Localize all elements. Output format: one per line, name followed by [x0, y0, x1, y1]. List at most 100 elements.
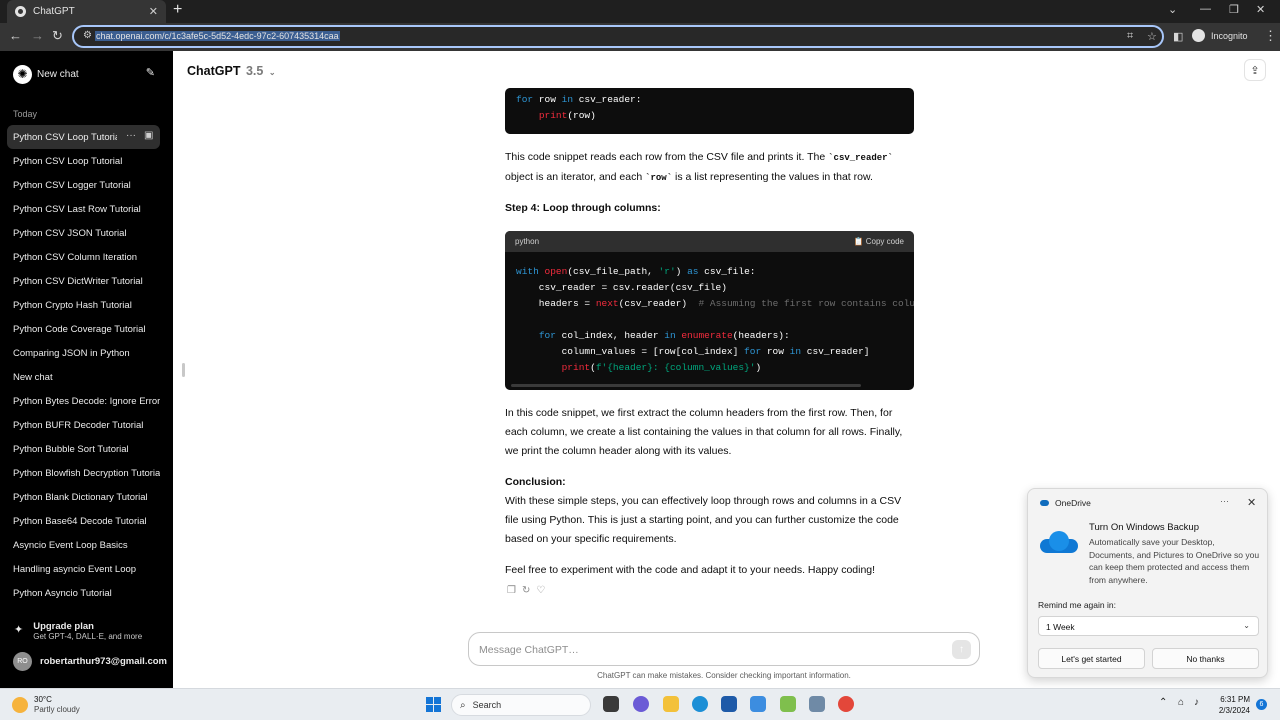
history-item[interactable]: Python CSV JSON Tutorial [7, 221, 160, 245]
history-item[interactable]: Python Code Coverage Tutorial [7, 317, 160, 341]
code-line: for col_index, header in enumerate(heade… [538, 330, 790, 341]
history-item-label: Python CSV Loop Tutorial [13, 131, 117, 143]
history-item-label: Python CSV Loop Tutorial [13, 155, 123, 167]
history-item[interactable]: Python Crypto Hash Tutorial [7, 293, 160, 317]
remind-value: 1 Week [1046, 622, 1075, 632]
onedrive-cloud-icon [1040, 529, 1078, 553]
code-block-python: python 📋 Copy code with open(csv_file_pa… [505, 231, 914, 390]
bookmark-star-icon[interactable]: ☆ [1147, 30, 1157, 43]
history-item[interactable]: Python CSV Last Row Tutorial [7, 197, 160, 221]
tab-close-icon[interactable]: ✕ [149, 5, 158, 18]
app-icon[interactable] [809, 696, 825, 712]
qr-code-icon[interactable]: ⌗ [1127, 30, 1133, 43]
chrome-icon[interactable] [838, 696, 854, 712]
history-item[interactable]: Handling asyncio Event Loop [7, 557, 160, 581]
reload-icon[interactable]: ↻ [52, 28, 63, 44]
compose-icon[interactable]: ✎ [146, 66, 155, 79]
app-icon[interactable] [780, 696, 796, 712]
history-item-label: Comparing JSON in Python [13, 347, 130, 359]
history-item-label: Handling asyncio Event Loop [13, 563, 137, 575]
no-thanks-button[interactable]: No thanks [1152, 648, 1259, 669]
notification-title: Turn On Windows Backup [1089, 522, 1199, 533]
history-item[interactable]: Python CSV DictWriter Tutorial [7, 269, 160, 293]
network-icon[interactable]: ⌂ [1178, 697, 1184, 708]
more-options-icon[interactable]: ··· [126, 130, 136, 141]
store-icon[interactable] [721, 696, 737, 712]
history-item[interactable]: New chat [7, 365, 160, 389]
volume-icon[interactable]: ♪ [1194, 697, 1199, 708]
history-item-label: Python Asyncio Tutorial [13, 587, 112, 599]
message-input[interactable] [479, 641, 939, 658]
history-item[interactable]: Python Bubble Sort Tutorial [7, 437, 160, 461]
archive-icon[interactable]: ▣ [144, 130, 153, 141]
address-bar[interactable]: ⚙ chat.openai.com/c/1c3afe5c-5d52-4edc-9… [72, 25, 1164, 48]
regenerate-icon[interactable]: ↻ [522, 585, 536, 596]
thumbs-down-icon[interactable]: ♡ [536, 585, 551, 596]
account-menu[interactable]: RO robertarthur973@gmail.com [13, 652, 167, 671]
vs-code-icon[interactable] [750, 696, 766, 712]
history-item[interactable]: Python Blank Dictionary Tutorial [7, 485, 160, 509]
system-clock[interactable]: 6:31 PM 2/3/2024 [1210, 694, 1250, 716]
conclusion-paragraph: With these simple steps, you can effecti… [505, 495, 902, 545]
back-arrow-icon[interactable]: ← [9, 28, 22, 43]
sidebar-resize-handle[interactable] [182, 363, 185, 377]
tab-chatgpt[interactable]: ChatGPT ✕ [7, 0, 166, 23]
chevron-down-icon: ⌄ [268, 68, 276, 77]
history-item-label: Python Blank Dictionary Tutorial [13, 491, 148, 503]
task-view-icon[interactable] [603, 696, 619, 712]
tab-search-icon[interactable]: ⌄ [1168, 3, 1177, 16]
more-options-icon[interactable]: ··· [1220, 496, 1229, 506]
file-explorer-icon[interactable] [663, 696, 679, 712]
copy-code-button[interactable]: 📋 Copy code [854, 237, 904, 246]
site-info-icon[interactable]: ⚙ [83, 30, 92, 41]
model-selector[interactable]: ChatGPT 3.5 ⌄ [187, 64, 276, 78]
lets-get-started-button[interactable]: Let's get started [1038, 648, 1145, 669]
send-button[interactable]: ↑ [952, 640, 971, 659]
window-close-icon[interactable]: ✕ [1256, 3, 1265, 16]
history-item-active[interactable]: Python CSV Loop Tutorial ··· ▣ [7, 125, 160, 149]
openai-favicon-icon [15, 6, 26, 17]
partly-cloudy-icon [12, 697, 28, 713]
history-item[interactable]: Comparing JSON in Python [7, 341, 160, 365]
history-item[interactable]: Python Bytes Decode: Ignore Errors [7, 389, 160, 413]
copy-icon[interactable]: ❐ [507, 585, 522, 596]
history-item[interactable]: Python CSV Logger Tutorial [7, 173, 160, 197]
side-panel-icon[interactable]: ◧ [1173, 30, 1183, 43]
history-item[interactable]: Python BUFR Decoder Tutorial [7, 413, 160, 437]
remind-select[interactable]: 1 Week ⌄ [1038, 616, 1259, 636]
disclaimer-text: ChatGPT can make mistakes. Consider chec… [597, 671, 851, 680]
browser-menu-icon[interactable]: ⋮ [1264, 28, 1277, 44]
message-actions: ❐↻♡ [507, 585, 551, 596]
history-item[interactable]: Python CSV Loop Tutorial [7, 149, 160, 173]
show-hidden-icons[interactable]: ⌃ [1159, 697, 1167, 708]
closing-paragraph: Feel free to experiment with the code an… [505, 564, 876, 576]
account-email: robertarthur973@gmail.com [40, 656, 167, 667]
edge-icon[interactable] [692, 696, 708, 712]
new-chat-label: New chat [37, 68, 79, 80]
incognito-indicator[interactable]: Incognito [1192, 29, 1248, 42]
history-item-label: Python Bubble Sort Tutorial [13, 443, 129, 455]
forward-arrow-icon[interactable]: → [31, 28, 44, 43]
close-icon[interactable]: ✕ [1247, 496, 1256, 509]
history-item[interactable]: Python CSV Column Iteration [7, 245, 160, 269]
history-item[interactable]: Python Base64 Decode Tutorial [7, 509, 160, 533]
share-button[interactable]: ⇪ [1244, 59, 1266, 81]
minimize-icon[interactable]: — [1200, 3, 1211, 15]
taskbar-search[interactable]: ⌕ Search [451, 694, 591, 716]
history-item-label: Asyncio Event Loop Basics [13, 539, 128, 551]
code-scrollbar[interactable] [511, 384, 861, 387]
start-button-icon[interactable] [426, 697, 441, 712]
history-item[interactable]: Python Asyncio Tutorial [7, 581, 160, 605]
weather-widget[interactable]: 30°C Partly cloudy [12, 695, 80, 715]
history-item[interactable]: Asyncio Event Loop Basics [7, 533, 160, 557]
history-item[interactable]: Python Blowfish Decryption Tutorial [7, 461, 160, 485]
teams-chat-icon[interactable] [633, 696, 649, 712]
restore-icon[interactable]: ❐ [1229, 3, 1239, 16]
notification-badge[interactable]: 6 [1256, 699, 1267, 710]
model-name: ChatGPT [187, 64, 241, 78]
new-chat-button[interactable]: ✺ New chat ✎ [13, 64, 161, 84]
url-text[interactable]: chat.openai.com/c/1c3afe5c-5d52-4edc-97c… [95, 31, 340, 41]
history-item-label: Python Code Coverage Tutorial [13, 323, 146, 335]
upgrade-plan-button[interactable]: ✦ Upgrade plan Get GPT-4, DALL·E, and mo… [14, 621, 142, 641]
new-tab-button[interactable]: + [173, 1, 182, 19]
